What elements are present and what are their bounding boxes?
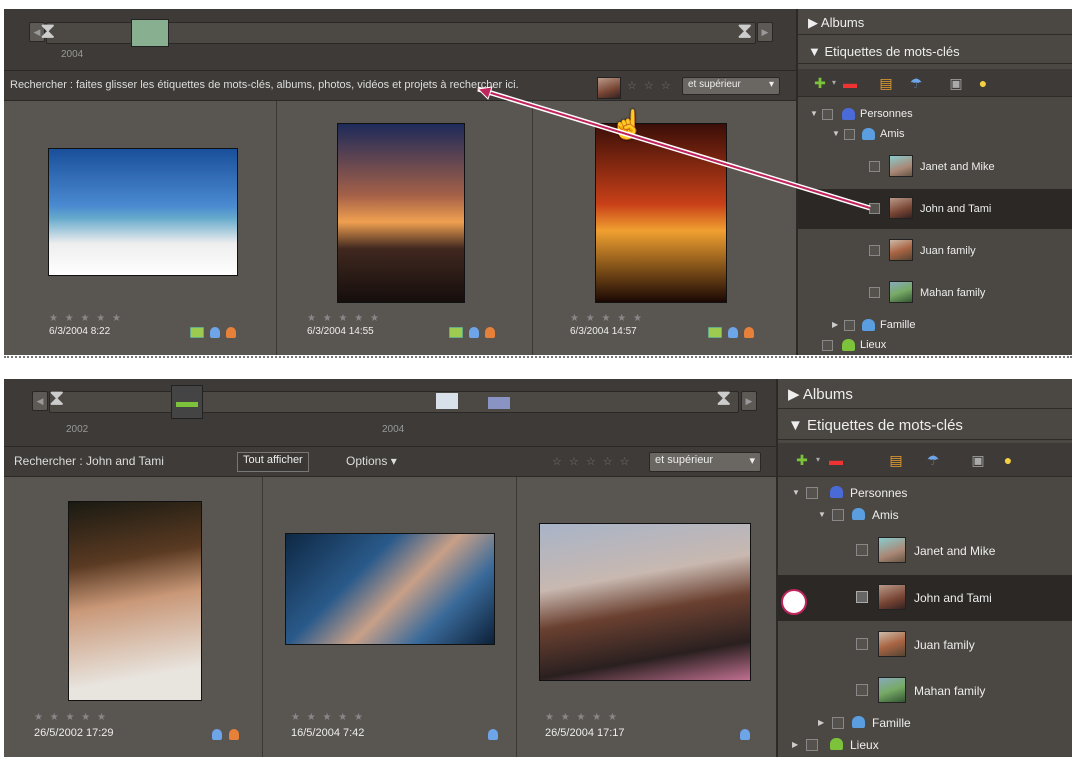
tag-edit-icon[interactable]: ▤ xyxy=(888,452,904,468)
tag-badge-icon xyxy=(229,729,239,740)
keywords-header[interactable]: ▼ Etiquettes de mots-clés xyxy=(778,412,1072,440)
timeline-year: 2002 xyxy=(66,424,89,435)
timeline-bar xyxy=(436,393,458,409)
timeline-track[interactable] xyxy=(49,391,739,413)
tree-label: Janet and Mike xyxy=(914,544,996,558)
rating-filter-value: et supérieur xyxy=(655,454,714,466)
tree-item-john-tami[interactable]: John and Tami xyxy=(778,575,1072,621)
tag-badge-icon xyxy=(212,729,222,740)
timeline-year: 2004 xyxy=(382,424,405,435)
keyword-toolbar: ✚ ▾ ▬ ▤ ☂ ▣ ● xyxy=(778,443,1072,477)
photo-cell[interactable]: ★ ★ ★ ★ ★ 26/5/2002 17:29 xyxy=(4,477,263,757)
collapse-arrow-icon[interactable]: ▼ xyxy=(818,510,826,519)
tree-label: Amis xyxy=(872,508,899,522)
tree-label: Personnes xyxy=(850,486,908,500)
photo-date: 26/5/2004 17:17 xyxy=(545,727,625,739)
person-tag-icon xyxy=(830,486,843,498)
photo-rating[interactable]: ★ ★ ★ ★ ★ xyxy=(34,712,108,723)
expand-arrow-icon[interactable]: ▶ xyxy=(818,718,824,727)
timeline-bar xyxy=(176,402,198,407)
timeline-start-handle[interactable]: ⧗ xyxy=(49,385,64,411)
organizer-panel-after: ◀ ⧗ ⧗ ▶ 2002 2004 Rechercher : John and … xyxy=(4,379,1072,757)
photo-cell[interactable]: ★ ★ ★ ★ ★ 16/5/2004 7:42 xyxy=(263,477,517,757)
checkbox[interactable] xyxy=(806,487,818,499)
add-icon[interactable]: ✚ xyxy=(794,452,810,468)
photo-icon[interactable]: ▣ xyxy=(970,452,986,468)
checkbox[interactable] xyxy=(856,638,868,650)
photo-date: 16/5/2004 7:42 xyxy=(291,727,365,739)
photo-rating[interactable]: ★ ★ ★ ★ ★ xyxy=(291,712,365,723)
tag-badge-icon xyxy=(740,729,750,740)
organizer-panel-before: ◀ ⧗ ⧗ ▶ 2004 Rechercher : faites glisser… xyxy=(4,9,1072,355)
timeline-end-handle[interactable]: ⧗ xyxy=(716,385,731,411)
collapse-arrow-icon[interactable]: ▼ xyxy=(792,488,800,497)
tree-item-juan-family[interactable]: Juan family xyxy=(778,623,1072,667)
tree-item-mahan-family[interactable]: Mahan family xyxy=(778,669,1072,713)
tree-label: Juan family xyxy=(914,638,975,652)
highlight-circle xyxy=(781,589,807,615)
keyword-thumbnail[interactable] xyxy=(878,584,906,610)
tree-personnes[interactable]: ▼ Personnes xyxy=(778,483,1072,503)
albums-label: Albums xyxy=(802,386,853,403)
chevron-down-icon[interactable]: ▾ xyxy=(810,452,826,468)
photo-bride[interactable] xyxy=(68,501,202,701)
tree-label: Lieux xyxy=(850,738,879,752)
keyword-thumbnail xyxy=(878,631,906,657)
keywords-label: Etiquettes de mots-clés xyxy=(807,417,963,434)
umbrella-icon[interactable]: ☂ xyxy=(925,452,941,468)
options-menu[interactable]: Options ▾ xyxy=(346,454,397,468)
checkbox[interactable] xyxy=(806,739,818,751)
media-browser: ◀ ⧗ ⧗ ▶ 2002 2004 Rechercher : John and … xyxy=(4,379,776,757)
tree-item-janet-mike[interactable]: Janet and Mike xyxy=(778,529,1072,573)
timeline-bar xyxy=(488,397,510,409)
albums-header[interactable]: ▶ Albums xyxy=(778,381,1072,409)
photo-family[interactable] xyxy=(539,523,751,681)
group-tag-icon xyxy=(852,716,865,728)
search-query-label: Rechercher : John and Tami xyxy=(14,454,164,468)
keyword-thumbnail xyxy=(878,537,906,563)
keyword-thumbnail xyxy=(878,677,906,703)
place-tag-icon xyxy=(830,738,843,750)
photo-date: 26/5/2002 17:29 xyxy=(34,727,114,739)
search-bar: Rechercher : John and Tami Tout afficher… xyxy=(4,447,776,477)
checkbox[interactable] xyxy=(856,684,868,696)
timeline-right-arrow[interactable]: ▶ xyxy=(741,391,757,411)
remove-icon[interactable]: ▬ xyxy=(828,452,844,468)
collapse-arrow-icon: ▼ xyxy=(788,417,808,434)
checkbox[interactable] xyxy=(856,591,868,603)
group-tag-icon xyxy=(852,508,865,520)
photo-baby-underwater[interactable] xyxy=(285,533,495,645)
photo-cell[interactable]: ★ ★ ★ ★ ★ 26/5/2004 17:17 xyxy=(517,477,776,757)
photo-rating[interactable]: ★ ★ ★ ★ ★ xyxy=(545,712,619,723)
checkbox[interactable] xyxy=(856,544,868,556)
tree-label: John and Tami xyxy=(914,591,992,605)
tree-label: Famille xyxy=(872,716,911,730)
dropdown-arrow-icon: ▾ xyxy=(749,455,755,467)
show-all-button[interactable]: Tout afficher xyxy=(237,452,309,472)
tag-badge-icon xyxy=(488,729,498,740)
expand-arrow-icon[interactable]: ▶ xyxy=(792,740,798,749)
tree-famille[interactable]: ▶ Famille xyxy=(778,713,1072,733)
rating-stars[interactable]: ☆ ☆ ☆ ☆ ☆ xyxy=(552,455,632,468)
checkbox[interactable] xyxy=(832,509,844,521)
tree-label: Mahan family xyxy=(914,684,986,698)
keyword-sidebar: ▶ Albums ▼ Etiquettes de mots-clés ✚ ▾ ▬… xyxy=(776,379,1072,757)
lightbulb-icon[interactable]: ● xyxy=(1000,452,1016,468)
checkbox[interactable] xyxy=(832,717,844,729)
tree-lieux[interactable]: ▶ Lieux xyxy=(778,735,1072,755)
timeline-left-arrow[interactable]: ◀ xyxy=(32,391,48,411)
rating-filter-select[interactable]: et supérieur ▾ xyxy=(649,452,761,472)
timeline: ◀ ⧗ ⧗ ▶ 2002 2004 xyxy=(4,379,776,447)
expand-arrow-icon: ▶ xyxy=(788,386,803,403)
drag-arrow xyxy=(476,86,871,211)
tree-amis[interactable]: ▼ Amis xyxy=(778,505,1072,525)
